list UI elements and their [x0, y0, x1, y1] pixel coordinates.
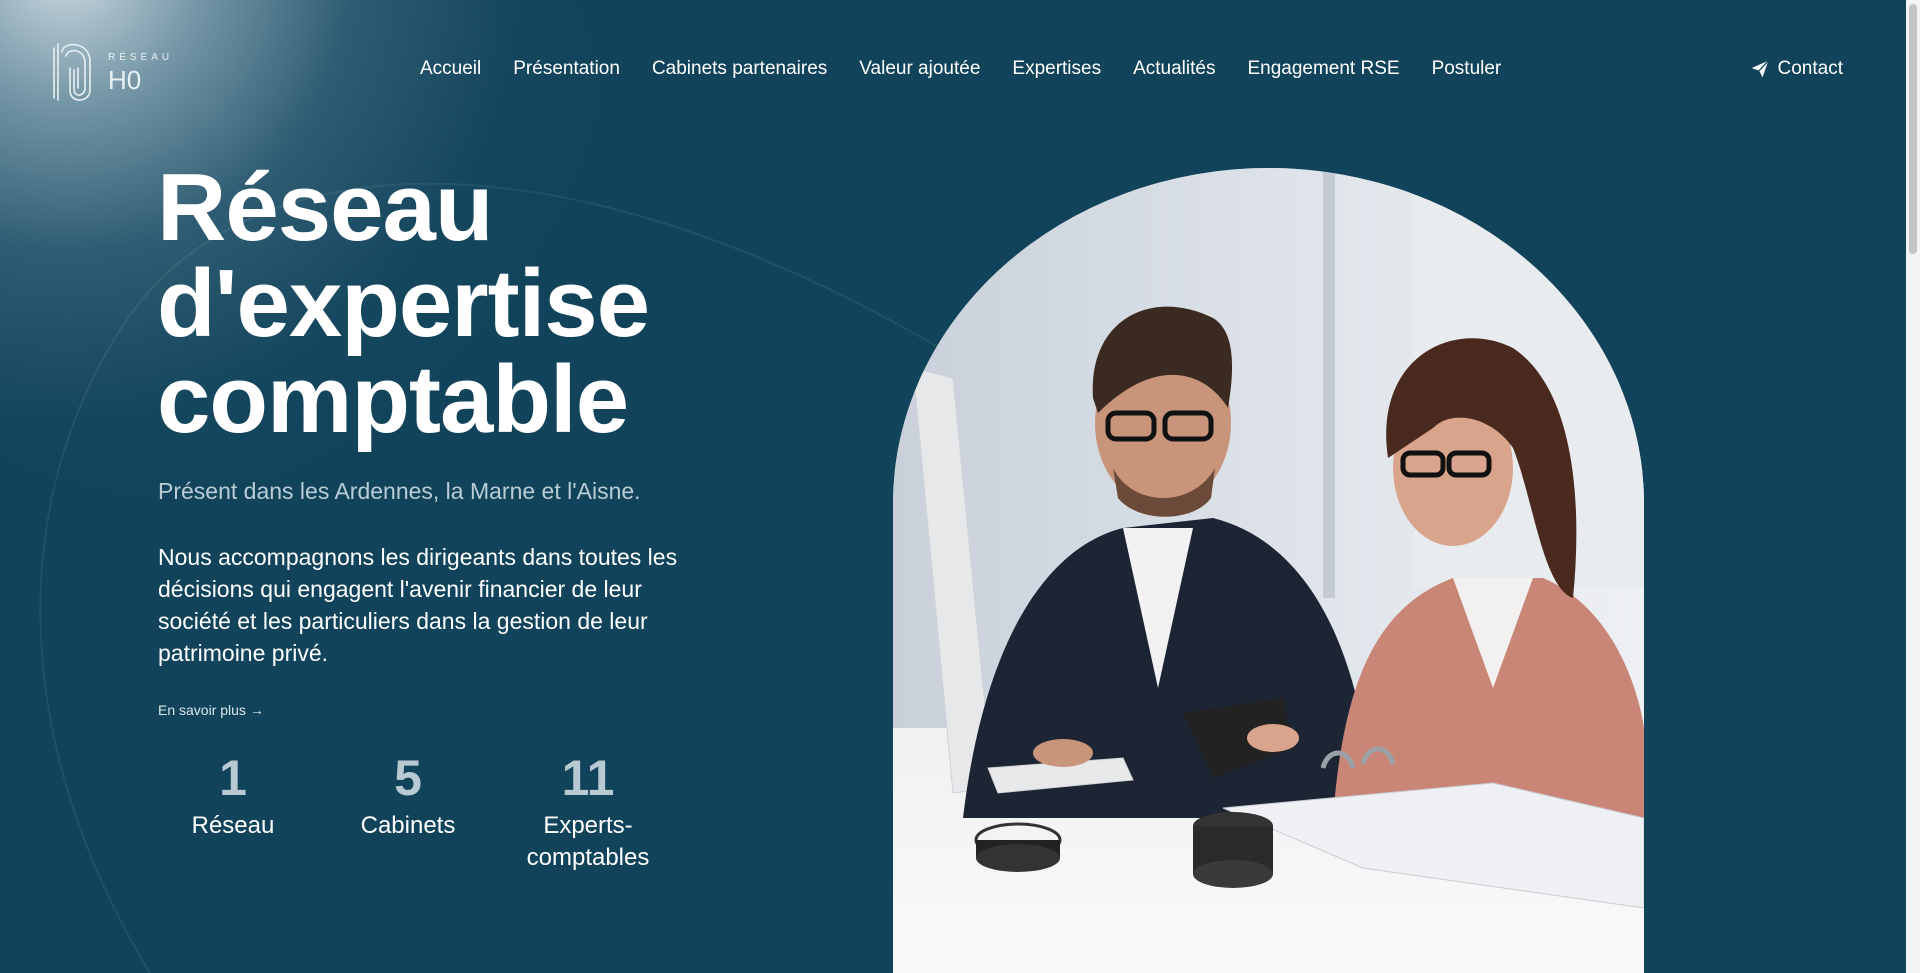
stat-value: 1	[219, 750, 247, 806]
hero-photo	[893, 168, 1644, 973]
stat-item: 11 Experts-comptables	[498, 748, 678, 874]
office-photo-illustration	[893, 168, 1644, 973]
stat-label: Cabinets	[360, 812, 456, 839]
stat-item: 5 Cabinets	[318, 748, 498, 874]
hero-subtitle: Présent dans les Ardennes, la Marne et l…	[158, 478, 641, 504]
hero-description: Nous accompagnons les dirigeants dans to…	[158, 544, 678, 666]
hero-title: Réseau d'expertise comptable	[157, 160, 717, 448]
nav-item-expertises[interactable]: Expertises	[1012, 56, 1101, 82]
scrollbar[interactable]	[1906, 0, 1920, 973]
hero-title-line-3: comptable	[157, 346, 629, 453]
paper-plane-icon	[1751, 60, 1769, 78]
contact-button[interactable]: Contact	[1750, 56, 1843, 82]
page: RÉSEAU H0 Accueil Présentation Cabinets …	[0, 0, 1906, 973]
hero-title-line-1: Réseau	[157, 154, 494, 261]
logo-big-text: H0	[108, 65, 142, 95]
contact-label: Contact	[1777, 58, 1843, 79]
nav-item-postuler[interactable]: Postuler	[1432, 56, 1502, 82]
main-nav: Accueil Présentation Cabinets partenaire…	[420, 56, 1501, 82]
nav-item-actualites[interactable]: Actualités	[1133, 56, 1215, 82]
stat-item: 1 Réseau	[148, 748, 318, 874]
logo[interactable]: RÉSEAU H0	[48, 36, 178, 106]
logo-text: RÉSEAU H0	[108, 49, 174, 95]
nav-item-engagement-rse[interactable]: Engagement RSE	[1247, 56, 1399, 82]
nav-item-presentation[interactable]: Présentation	[513, 56, 620, 82]
stat-value: 5	[394, 750, 422, 806]
stat-value: 11	[561, 750, 615, 806]
stat-label: Experts-comptables	[526, 812, 650, 871]
hero-title-line-2: d'expertise	[157, 250, 650, 357]
stats: 1 Réseau 5 Cabinets 11 Experts-comptable…	[158, 748, 678, 874]
scrollbar-thumb[interactable]	[1909, 4, 1917, 254]
nav-item-accueil[interactable]: Accueil	[420, 56, 481, 82]
nav-item-cabinets-partenaires[interactable]: Cabinets partenaires	[652, 56, 827, 82]
learn-more-link[interactable]: En savoir plus →	[158, 702, 264, 718]
logo-small-text: RÉSEAU	[108, 52, 174, 63]
stat-label: Réseau	[191, 812, 275, 839]
nav-item-valeur-ajoutee[interactable]: Valeur ajoutée	[859, 56, 980, 82]
logo-mark-icon	[53, 43, 91, 101]
